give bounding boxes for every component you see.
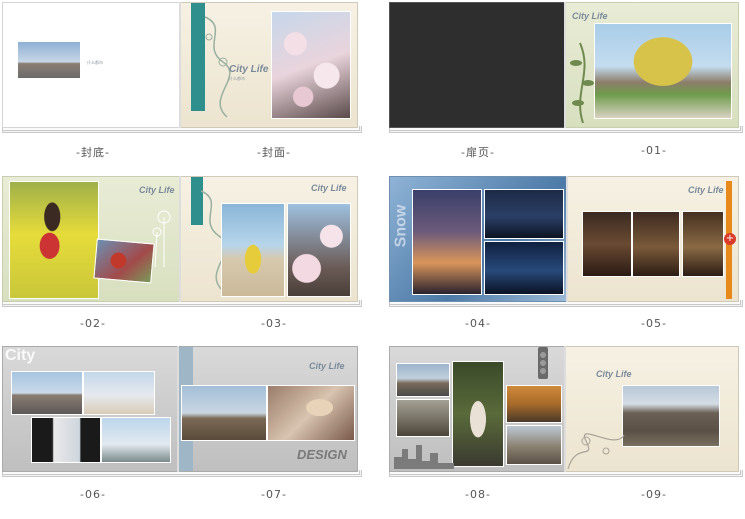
city-decor-text: City [5,347,36,364]
plus-icon: + [725,233,735,244]
cityscape-photo [17,41,81,79]
cafe-photo-1 [582,211,632,277]
brand-title: City Life [596,369,632,379]
rooftop-city-photo [11,371,83,415]
album-spread-04[interactable]: Snow City Life + [389,176,743,307]
caption-04: -04- [465,317,491,330]
book-spine [564,2,566,128]
mountain-view-photo [396,363,450,397]
brand-subtitle: 什么都市 [229,76,245,81]
page-06: City [2,346,178,472]
album-spread-08[interactable]: City Life [389,346,743,477]
caption-09: -09- [641,488,667,501]
next-page-button[interactable]: + [724,233,736,245]
design-decor-text: DESIGN [297,447,347,462]
beach-walk-photo [83,371,155,415]
brand-title: City Life [139,185,175,195]
book-spine [179,176,181,302]
album-spread-cover[interactable]: 什么都市 City Life 什么都市 [2,2,362,133]
caption-05: -05- [641,317,667,330]
caption-02: -02- [80,317,106,330]
sunset-silhouette-photo [412,189,482,295]
night-bridge-photo-bottom [484,241,564,295]
brand-title: City Life [229,64,269,75]
brand-title: City Life [572,11,608,21]
cafe-photo-3 [682,211,724,277]
caption-06: -06- [80,488,106,501]
cherry-blossom-photo [271,11,351,119]
caption-07: -07- [261,488,287,501]
doorway-photo [31,417,101,463]
ruins-photo [506,425,562,465]
album-spread-06[interactable]: City City Life DESIGN [2,346,362,477]
floral-swirl-icon [567,433,625,470]
brand-title: City Life [311,183,347,193]
big-tree-photo [594,23,732,119]
page-02: City Life [2,176,180,302]
page-07: City Life DESIGN [178,346,358,472]
traffic-light-icon [538,347,548,379]
angkor-temple-photo [622,385,720,447]
rapeseed-field-portrait-photo [9,181,99,299]
hat-portrait-photo [267,385,355,441]
page-03: City Life [180,176,358,302]
dandelion-icon [152,210,171,267]
caption-03: -03- [261,317,287,330]
beach-portrait-photo [221,203,285,297]
caption-back-cover: -封底- [76,146,110,159]
front-cover-page: City Life 什么都市 [180,2,358,128]
snow-decor-text: Snow [392,204,410,248]
album-spread-01[interactable]: City Life [389,2,743,133]
brand-title: City Life [309,361,345,371]
back-cover-tagline: 什么都市 [87,60,103,65]
hat-bench-photo [452,361,504,467]
autumn-portrait-photo [506,385,562,423]
page-04: Snow [389,176,567,302]
book-spine [177,346,179,472]
caption-front-cover: -封面- [257,146,291,159]
album-spread-02[interactable]: City Life City Life [2,176,362,307]
temple-steps-photo-left [396,399,450,437]
caption-01: -01- [641,144,667,157]
pagoda-photo [101,417,171,463]
night-bridge-photo-top [484,189,564,239]
book-spine [564,346,566,472]
riverside-photo [181,385,267,441]
skyline-silhouette-icon [394,445,454,469]
red-flowers-photo [93,238,155,284]
blossom-temple-photo [287,203,351,297]
brand-title: City Life [688,185,724,195]
book-spine [566,176,568,302]
cafe-photo-2 [632,211,680,277]
back-cover-page: 什么都市 [2,2,180,128]
page-05: City Life + [567,176,739,302]
title-page [389,2,565,128]
book-spine [179,2,181,128]
page-01: City Life [565,2,739,128]
page-08 [389,346,565,472]
page-09: City Life [565,346,739,472]
caption-08: -08- [465,488,491,501]
caption-title-page: -扉页- [461,146,495,159]
